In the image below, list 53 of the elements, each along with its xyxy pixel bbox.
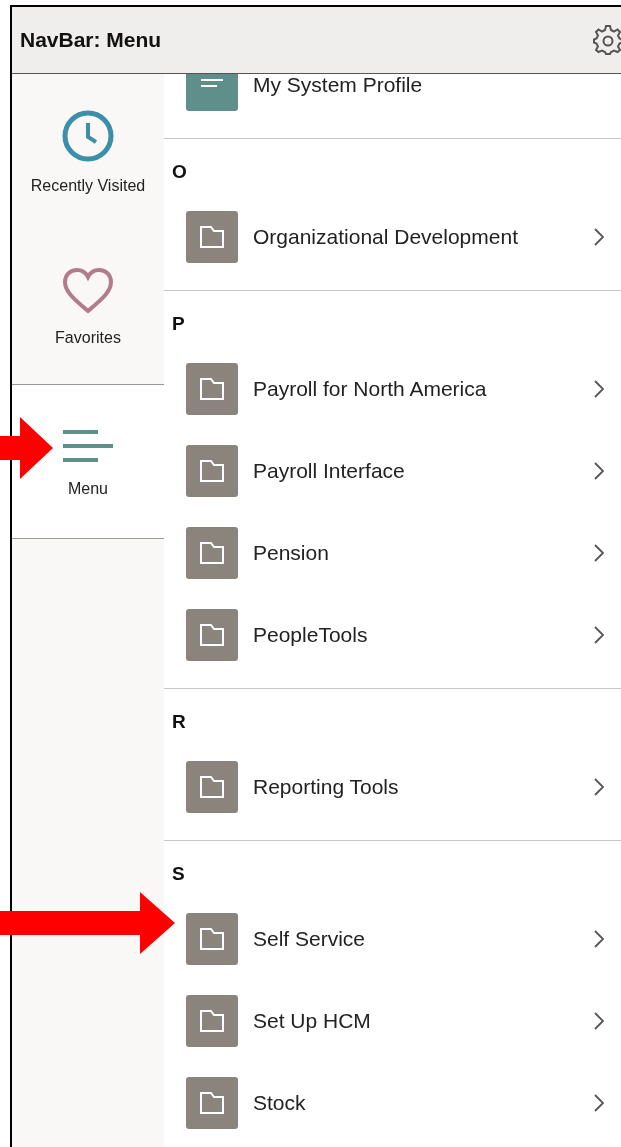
navigator-row-label: Organizational Development (253, 225, 519, 249)
chevron-icon (594, 1094, 604, 1112)
navigator-row[interactable]: Self Service (164, 898, 621, 980)
navigator-row-label: Pension (253, 541, 330, 565)
chevron-icon (594, 1012, 604, 1030)
heart-icon (61, 266, 115, 315)
navigator-row-label: PeopleTools (253, 623, 369, 647)
window-title: NavBar: Menu (20, 28, 162, 52)
navigator-row[interactable]: Reporting Tools (164, 746, 621, 828)
folder-icon (186, 527, 238, 579)
folder-icon (186, 445, 238, 497)
sidebar-tab[interactable]: Recently Visited (12, 74, 164, 229)
nav-label: Menu (68, 479, 108, 498)
navigator-row[interactable]: Payroll Interface (164, 430, 621, 512)
navigator-row[interactable]: PeopleTools (164, 594, 621, 676)
navigator-row[interactable]: Set Up HCM (164, 980, 621, 1062)
chevron-icon (594, 228, 604, 246)
navigator-row-label: Payroll Interface (253, 459, 406, 483)
navigator-row[interactable]: My System Profile (164, 74, 621, 126)
navigator-row-label: Self Service (253, 927, 367, 951)
chevron-icon (594, 544, 604, 562)
section-letter: O (171, 160, 188, 184)
folder-icon (186, 995, 238, 1047)
navigator-row-label: Set Up HCM (253, 1009, 372, 1033)
chevron-icon (594, 626, 604, 644)
navigator-row[interactable]: Payroll for North America (164, 348, 621, 430)
navigator-row-label: My System Profile (253, 74, 424, 97)
settings-icon[interactable] (592, 24, 621, 56)
section-letter: P (171, 312, 186, 336)
navigator-row[interactable]: Pension (164, 512, 621, 594)
folder-icon (186, 1077, 238, 1129)
nav-label: Recently Visited (30, 176, 146, 195)
chevron-icon (594, 380, 604, 398)
arrow-icon (0, 892, 176, 954)
navigator-row[interactable]: Stock (164, 1062, 621, 1144)
section-letter: R (171, 710, 187, 734)
chevron-icon (594, 778, 604, 796)
navigator-row-label: Stock (253, 1091, 307, 1115)
folder-icon (186, 913, 238, 965)
clock-icon (61, 108, 115, 163)
nav-label: Favorites (55, 328, 121, 347)
navigator-row[interactable]: Organizational Development (164, 196, 621, 278)
navigator-row-label: Payroll for North America (253, 377, 488, 401)
folder-icon (186, 761, 238, 813)
sidebar-tab[interactable]: Favorites (12, 229, 164, 384)
navigator-row-label: Reporting Tools (253, 775, 400, 799)
chevron-icon (594, 462, 604, 480)
arrow-icon (0, 417, 54, 479)
section-letter: S (171, 862, 186, 886)
folder-icon (186, 363, 238, 415)
folder-icon (186, 211, 238, 263)
chevron-icon (594, 930, 604, 948)
folder-icon (186, 609, 238, 661)
